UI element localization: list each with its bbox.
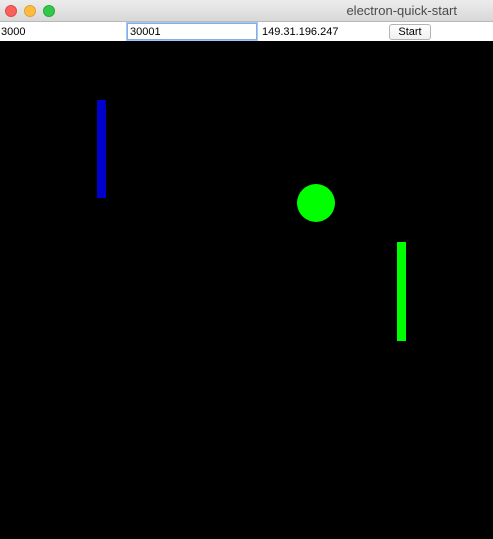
remote-ip-input[interactable] <box>259 23 387 40</box>
ball <box>297 184 335 222</box>
window-title: electron-quick-start <box>346 3 457 18</box>
local-port-input[interactable] <box>0 23 124 40</box>
title-bar[interactable]: electron-quick-start <box>0 0 493 22</box>
minimize-window-button[interactable] <box>24 5 36 17</box>
right-paddle <box>397 242 406 341</box>
connection-toolbar: Start <box>0 22 493 41</box>
close-window-button[interactable] <box>5 5 17 17</box>
start-button[interactable]: Start <box>389 24 431 40</box>
app-window: electron-quick-start Start <box>0 0 493 539</box>
left-paddle <box>97 100 106 198</box>
maximize-window-button[interactable] <box>43 5 55 17</box>
remote-port-input[interactable] <box>127 23 257 40</box>
game-canvas[interactable] <box>0 41 493 539</box>
